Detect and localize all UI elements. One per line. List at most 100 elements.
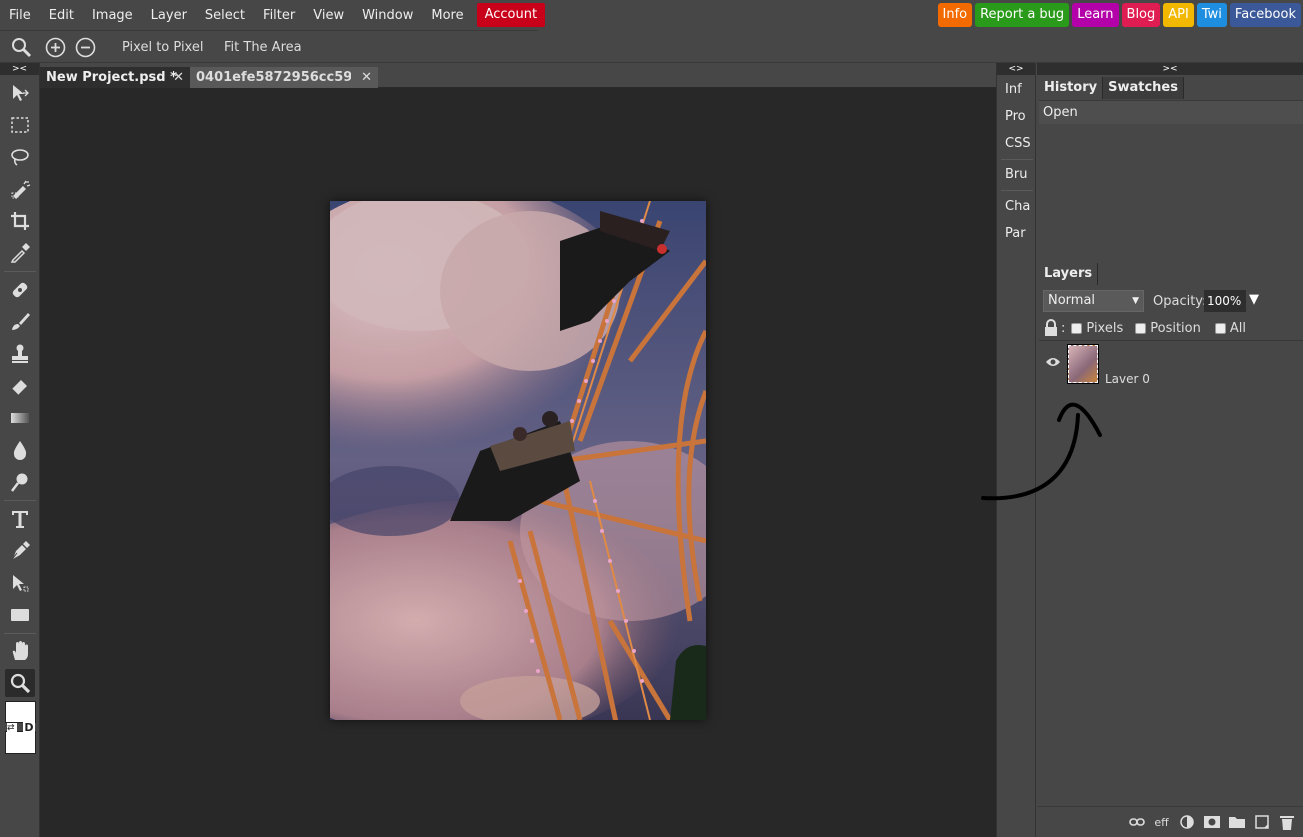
pixel-to-pixel-button[interactable]: Pixel to Pixel (122, 40, 203, 55)
lock-pixels-checkbox[interactable] (1071, 322, 1083, 334)
history-list: Open (1039, 100, 1303, 260)
api-link[interactable]: API (1163, 3, 1194, 27)
tab-label: New Project.psd * (46, 70, 177, 85)
opacity-label: Opacity: (1153, 294, 1207, 309)
move-icon (13, 85, 29, 101)
lock-position-checkbox[interactable] (1135, 322, 1147, 334)
adjustment-layer-icon[interactable] (1178, 815, 1195, 830)
menu-file[interactable]: File (0, 0, 40, 31)
canvas-area[interactable] (40, 88, 996, 837)
brush-panel-button[interactable]: Bru (1005, 167, 1028, 182)
twitter-link[interactable]: Twi (1196, 3, 1227, 27)
eyedropper-tool[interactable] (5, 239, 35, 267)
close-icon[interactable]: ✕ (173, 67, 184, 88)
lasso-tool[interactable] (5, 143, 35, 171)
layer-mask-icon[interactable] (1203, 815, 1220, 830)
blur-tool[interactable] (5, 436, 35, 464)
path-select-icon (13, 575, 29, 592)
lock-pixels-label: Pixels (1086, 320, 1124, 336)
lock-all-checkbox[interactable] (1214, 322, 1226, 334)
layer-row[interactable]: Laver 0 (1039, 341, 1303, 389)
eye-icon[interactable] (1045, 356, 1061, 368)
delete-layer-icon[interactable] (1278, 815, 1295, 830)
zoom-out-icon[interactable] (75, 37, 96, 58)
link-layers-icon[interactable] (1128, 815, 1145, 830)
pen-tool[interactable] (5, 537, 35, 565)
properties-panel-button[interactable]: Pro (1005, 109, 1026, 124)
tools-panel: >< ⇄ D (0, 63, 40, 837)
menu-more[interactable]: More (422, 0, 472, 31)
character-panel-button[interactable]: Cha (1005, 199, 1030, 214)
document-image[interactable] (330, 201, 706, 720)
annotation-arrow (981, 402, 1102, 501)
chevron-down-icon: ▼ (1132, 296, 1139, 306)
zoom-in-icon[interactable] (45, 37, 66, 58)
brush-icon (12, 313, 30, 330)
text-tool[interactable] (5, 505, 35, 533)
fit-area-button[interactable]: Fit The Area (224, 40, 302, 55)
learn-link[interactable]: Learn (1072, 3, 1119, 27)
lock-position-label: Position (1150, 320, 1201, 336)
layer-effects-button[interactable]: eff (1153, 815, 1170, 830)
foreground-color-swatch[interactable] (5, 701, 36, 723)
menu-filter[interactable]: Filter (254, 0, 304, 31)
info-link[interactable]: Info (937, 3, 973, 27)
crop-icon (11, 212, 29, 230)
gradient-tool[interactable] (5, 404, 35, 432)
history-item[interactable]: Open (1039, 101, 1303, 124)
background-color-swatch[interactable] (5, 731, 36, 754)
rightpanel-collapse-toggle[interactable]: >< (1037, 63, 1303, 75)
tools-collapse-toggle[interactable]: >< (0, 63, 39, 75)
document-tabs: New Project.psd * ✕ 0401efe5872956cc59ae… (40, 63, 996, 88)
opacity-input[interactable]: 100% (1204, 290, 1246, 312)
lock-all-label: All (1229, 320, 1246, 336)
menu-edit[interactable]: Edit (40, 0, 83, 31)
menu-image[interactable]: Image (83, 0, 142, 31)
report-bug-link[interactable]: Report a bug (975, 3, 1070, 27)
layer-thumbnail[interactable] (1067, 344, 1099, 384)
css-panel-button[interactable]: CSS (1005, 136, 1031, 151)
hand-tool[interactable] (5, 637, 35, 665)
tab-image-file[interactable]: 0401efe5872956cc59ae9 ✕ (190, 67, 378, 88)
lock-options: : Pixels Position All (1043, 318, 1246, 338)
panel-divider (1001, 190, 1033, 191)
crop-tool[interactable] (5, 207, 35, 235)
default-colors-button[interactable]: D (23, 722, 35, 734)
tab-swatches[interactable]: Swatches (1103, 77, 1184, 99)
shape-icon (11, 609, 29, 621)
quick-select-tool[interactable] (5, 175, 35, 203)
marquee-tool[interactable] (5, 111, 35, 139)
stamp-tool[interactable] (5, 340, 35, 368)
brush-tool[interactable] (5, 308, 35, 336)
new-layer-icon[interactable] (1253, 815, 1270, 830)
layer-name[interactable]: Laver 0 (1105, 372, 1150, 386)
quick-select-icon (11, 180, 31, 199)
menu-view[interactable]: View (304, 0, 353, 31)
minipanel-collapse-toggle[interactable]: <> (997, 63, 1035, 75)
menu-layer[interactable]: Layer (142, 0, 196, 31)
tab-new-project[interactable]: New Project.psd * ✕ (40, 67, 190, 88)
healing-tool[interactable] (5, 276, 35, 304)
tab-history[interactable]: History (1039, 77, 1104, 99)
account-button[interactable]: Account (476, 3, 546, 27)
paragraph-panel-button[interactable]: Par (1005, 226, 1026, 241)
swap-colors-icon[interactable]: ⇄ (7, 723, 17, 733)
menu-select[interactable]: Select (196, 0, 254, 31)
close-icon[interactable]: ✕ (361, 67, 372, 88)
hand-icon (12, 641, 28, 660)
path-select-tool[interactable] (5, 569, 35, 597)
facebook-link[interactable]: Facebook (1229, 3, 1301, 27)
blend-mode-select[interactable]: Normal ▼ (1043, 290, 1144, 312)
tab-layers[interactable]: Layers (1039, 263, 1099, 285)
eraser-tool[interactable] (5, 372, 35, 400)
menu-window[interactable]: Window (353, 0, 422, 31)
blog-link[interactable]: Blog (1121, 3, 1161, 27)
healing-icon (12, 282, 28, 298)
shape-tool[interactable] (5, 601, 35, 629)
dodge-tool[interactable] (5, 468, 35, 496)
opacity-dropdown-icon[interactable]: ▼ (1249, 292, 1259, 307)
move-tool[interactable] (5, 79, 35, 107)
new-group-icon[interactable] (1228, 815, 1245, 830)
info-panel-button[interactable]: Inf (1005, 82, 1022, 97)
zoom-tool[interactable] (5, 669, 35, 697)
